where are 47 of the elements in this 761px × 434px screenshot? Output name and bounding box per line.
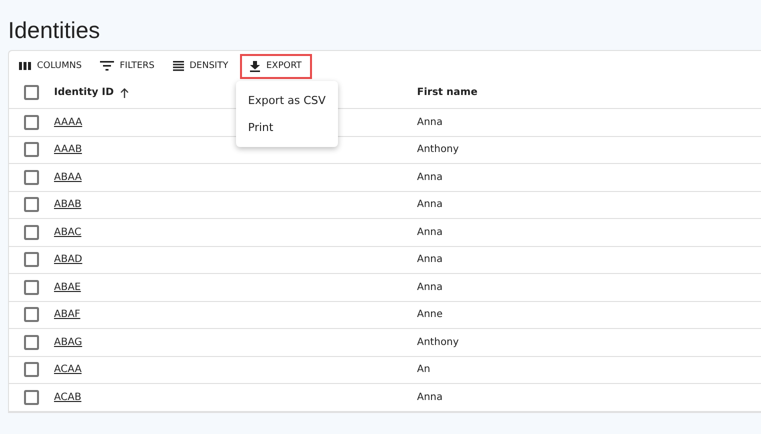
- row-checkbox[interactable]: [24, 224, 39, 240]
- identity-link[interactable]: ABAB: [54, 199, 82, 210]
- table-cell: Anne: [417, 309, 443, 320]
- menu-item[interactable]: Print: [236, 114, 338, 141]
- row-checkbox[interactable]: [24, 197, 39, 212]
- download-icon: [250, 60, 260, 72]
- table-cell: Anna: [417, 254, 443, 266]
- density-icon: [172, 61, 184, 71]
- row-checkbox[interactable]: [24, 362, 39, 378]
- filter-icon: [100, 61, 114, 71]
- page-title: Identities: [8, 16, 102, 45]
- identity-link[interactable]: AAAA: [54, 116, 82, 128]
- menu-item[interactable]: Export as CSV: [236, 87, 338, 114]
- table-cell: An: [417, 364, 430, 376]
- table-cell: Anthony: [417, 336, 459, 348]
- table-cell: Anna: [417, 226, 443, 238]
- column-header[interactable]: Identity ID: [54, 87, 114, 98]
- row-checkbox[interactable]: [24, 307, 39, 322]
- table-cell: Anna: [417, 392, 443, 403]
- row-checkbox[interactable]: [24, 390, 39, 405]
- identity-link[interactable]: AAAB: [54, 144, 82, 156]
- identity-link[interactable]: ACAB: [54, 392, 82, 403]
- row-checkbox[interactable]: [24, 252, 39, 268]
- identity-link[interactable]: ABAD: [54, 254, 82, 266]
- identity-link[interactable]: ABAC: [54, 226, 82, 238]
- row-checkbox[interactable]: [24, 170, 39, 185]
- table-cell: Anna: [417, 172, 443, 183]
- toolbar-button[interactable]: FILTERS: [94, 56, 160, 76]
- identity-link[interactable]: ABAE: [54, 282, 81, 293]
- column-header[interactable]: First name: [417, 87, 478, 98]
- identity-link[interactable]: ABAG: [54, 336, 82, 348]
- table-cell: Anthony: [417, 144, 459, 156]
- identity-link[interactable]: ABAA: [54, 172, 82, 183]
- columns-icon: [19, 61, 31, 71]
- identity-link[interactable]: ACAA: [54, 364, 82, 376]
- identity-link[interactable]: ABAF: [54, 309, 80, 320]
- row-checkbox[interactable]: [24, 334, 39, 350]
- toolbar-button[interactable]: DENSITY: [166, 56, 234, 76]
- toolbar-button[interactable]: EXPORT: [240, 54, 312, 78]
- table-cell: Anna: [417, 282, 443, 293]
- row-checkbox[interactable]: [24, 114, 39, 130]
- row-checkbox[interactable]: [24, 142, 39, 158]
- select-all-checkbox[interactable]: [24, 85, 39, 100]
- table-cell: Anna: [417, 116, 443, 128]
- table-cell: Anna: [417, 199, 443, 210]
- row-checkbox[interactable]: [24, 280, 39, 295]
- toolbar-button[interactable]: COLUMNS: [13, 56, 88, 76]
